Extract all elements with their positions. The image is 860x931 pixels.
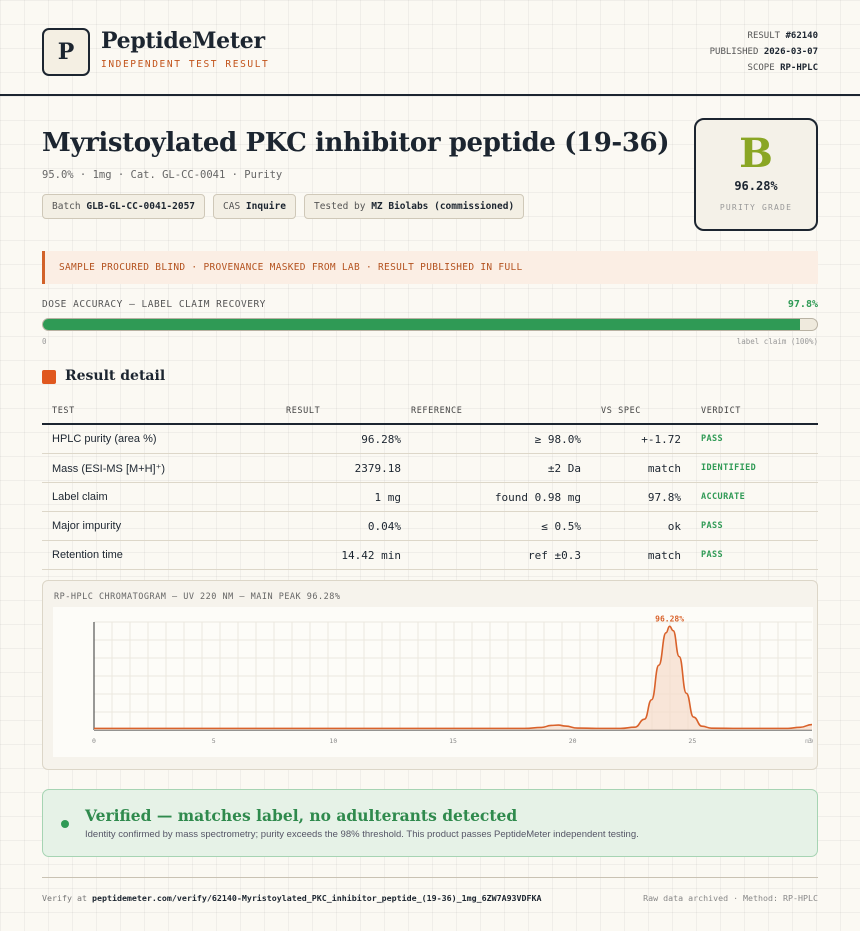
- verdict-cell: ACCURATE: [681, 482, 818, 512]
- meta-result-value: #62140: [785, 31, 818, 41]
- col-test-header: TEST: [42, 399, 276, 425]
- dose-accuracy-percent: 97.8%: [787, 299, 818, 310]
- chip-value: GLB-GL-CC-0041-2057: [86, 201, 196, 212]
- chip-value: MZ Biolabs (commissioned): [371, 201, 515, 212]
- grade-label: PURITY GRADE: [719, 203, 793, 212]
- grade-letter: B: [739, 130, 773, 177]
- x-tick-label: 10: [329, 737, 337, 745]
- product-title: Myristoylated PKC inhibitor peptide (19-…: [42, 128, 670, 158]
- dose-progress-bar: [42, 318, 818, 331]
- section-marker: [42, 370, 56, 384]
- table-header-row: TEST RESULT REFERENCE VS SPEC VERDICT: [42, 399, 818, 425]
- col-verdict-header: VERDICT: [681, 399, 818, 425]
- test-cell: Retention time: [42, 540, 276, 570]
- col-reference-header: REFERENCE: [401, 399, 581, 425]
- col-vs-spec-header: VS SPEC: [581, 399, 681, 425]
- meta-scope-label: SCOPE: [747, 63, 775, 73]
- table-row: Label claim 1 mg found 0.98 mg 97.8% ACC…: [42, 482, 818, 512]
- reference-cell: ≥ 98.0%: [401, 424, 581, 454]
- test-cell: Mass (ESI-MS [M+H]⁺): [42, 453, 276, 483]
- chip-value: Inquire: [245, 201, 286, 212]
- product-subline: 95.0% · 1mg · Cat. GL-CC-0041 · Purity: [42, 169, 283, 181]
- x-tick-label: 25: [688, 737, 696, 745]
- blind-sample-notice: SAMPLE PROCURED BLIND · PROVENANCE MASKE…: [42, 251, 818, 284]
- chromatogram-chart: 96.28%051015202530min: [53, 607, 813, 757]
- peak-label: 96.28%: [655, 614, 684, 623]
- result-cell: 0.04%: [276, 511, 401, 541]
- meta-scope-value: RP-HPLC: [780, 63, 818, 73]
- table-row: Major impurity 0.04% ≤ 0.5% ok PASS: [42, 511, 818, 541]
- cas-chip: CAS Inquire: [213, 194, 296, 219]
- reference-cell: ref ±0.3: [401, 540, 581, 570]
- footer-method-note: Raw data archived · Method: RP-HPLC: [643, 893, 818, 903]
- batch-chip: Batch GLB-GL-CC-0041-2057: [42, 194, 206, 219]
- reference-cell: ±2 Da: [401, 453, 581, 483]
- product-chips: Batch GLB-GL-CC-0041-2057 CAS Inquire Te…: [42, 194, 525, 219]
- verified-title: Verified — matches label, no adulterants…: [85, 806, 518, 825]
- x-tick-label: 20: [569, 737, 577, 745]
- grade-value: 96.28%: [734, 179, 778, 193]
- meta-published-label: PUBLISHED: [709, 47, 759, 57]
- test-cell: Major impurity: [42, 511, 276, 541]
- chromatogram-title: RP-HPLC CHROMATOGRAM — UV 220 NM — MAIN …: [54, 592, 341, 602]
- verify-prefix: Verify at: [42, 893, 87, 903]
- x-unit-label: min: [805, 737, 813, 745]
- result-meta: RESULT #62140 PUBLISHED 2026-03-07 SCOPE…: [710, 28, 818, 76]
- x-tick-label: 0: [92, 737, 96, 745]
- notice-text: SAMPLE PROCURED BLIND · PROVENANCE MASKE…: [59, 262, 523, 273]
- meta-published-value: 2026-03-07: [763, 47, 818, 57]
- brand-name: PeptideMeter: [101, 28, 265, 54]
- vs-spec-cell: match: [581, 540, 681, 570]
- vs-spec-cell: 97.8%: [581, 482, 681, 512]
- header-divider: [0, 94, 860, 96]
- result-cell: 2379.18: [276, 453, 401, 483]
- verdict-cell: PASS: [681, 424, 818, 454]
- result-cell: 1 mg: [276, 482, 401, 512]
- results-table: TEST RESULT REFERENCE VS SPEC VERDICT HP…: [42, 399, 818, 570]
- x-tick-label: 15: [449, 737, 457, 745]
- test-cell: HPLC purity (area %): [42, 424, 276, 454]
- chip-label: CAS: [223, 201, 241, 212]
- chip-label: Batch: [52, 201, 81, 212]
- reference-cell: found 0.98 mg: [401, 482, 581, 512]
- plot-background: [53, 607, 813, 757]
- x-tick-label: 5: [212, 737, 216, 745]
- verified-text: Identity confirmed by mass spectrometry;…: [85, 829, 639, 840]
- footer-divider: [42, 877, 818, 878]
- verified-banner: Verified — matches label, no adulterants…: [42, 789, 818, 857]
- chromatogram-card: RP-HPLC CHROMATOGRAM — UV 220 NM — MAIN …: [42, 580, 818, 770]
- chip-label: Tested by: [313, 201, 366, 212]
- dose-accuracy-label: DOSE ACCURACY — LABEL CLAIM RECOVERY: [42, 299, 266, 310]
- col-result-header: RESULT: [276, 399, 401, 425]
- test-cell: Label claim: [42, 482, 276, 512]
- table-row: Mass (ESI-MS [M+H]⁺) 2379.18 ±2 Da match…: [42, 453, 818, 483]
- meta-scope-row: SCOPE RP-HPLC: [710, 60, 818, 76]
- verdict-cell: PASS: [681, 511, 818, 541]
- bar-max-label: label claim (100%): [736, 337, 818, 346]
- vs-spec-cell: ok: [581, 511, 681, 541]
- tested-by-chip: Tested by MZ Biolabs (commissioned): [303, 194, 525, 219]
- meta-result-row: RESULT #62140: [710, 28, 818, 44]
- meta-result-label: RESULT: [747, 31, 781, 41]
- purity-grade-card: B 96.28% PURITY GRADE: [694, 118, 818, 231]
- table-row: Retention time 14.42 min ref ±0.3 match …: [42, 540, 818, 570]
- verify-url-link[interactable]: peptidemeter.com/verify/62140-Myristoyla…: [92, 893, 542, 903]
- verified-status-dot: [61, 820, 69, 828]
- meta-published-row: PUBLISHED 2026-03-07: [710, 44, 818, 60]
- vs-spec-cell: +-1.72: [581, 424, 681, 454]
- result-detail-title: Result detail: [65, 368, 166, 384]
- bar-min-label: 0: [42, 337, 47, 346]
- dose-progress-fill: [43, 319, 800, 330]
- verdict-cell: IDENTIFIED: [681, 453, 818, 483]
- table-row: HPLC purity (area %) 96.28% ≥ 98.0% +-1.…: [42, 424, 818, 454]
- verdict-cell: PASS: [681, 540, 818, 570]
- vs-spec-cell: match: [581, 453, 681, 483]
- brand-tagline: INDEPENDENT TEST RESULT: [101, 59, 270, 70]
- reference-cell: ≤ 0.5%: [401, 511, 581, 541]
- verify-link-line: Verify at peptidemeter.com/verify/62140-…: [42, 893, 542, 903]
- logo-mark: P: [42, 28, 90, 76]
- result-cell: 96.28%: [276, 424, 401, 454]
- result-cell: 14.42 min: [276, 540, 401, 570]
